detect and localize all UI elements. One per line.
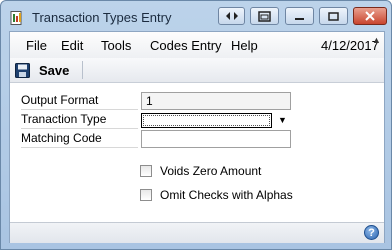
maximize-button[interactable] — [319, 7, 348, 25]
user-date[interactable]: 4/12/2017 — [321, 38, 379, 53]
transaction-type-dropdown[interactable] — [141, 113, 272, 128]
output-format-field[interactable]: 1 — [141, 92, 291, 110]
window-title: Transaction Types Entry — [32, 10, 172, 25]
menu-edit[interactable]: Edit — [61, 38, 83, 53]
minimize-button[interactable] — [285, 7, 314, 25]
status-bar: ? — [10, 222, 384, 243]
left-right-arrows-icon — [225, 12, 238, 20]
restore-window-button[interactable] — [250, 7, 279, 25]
menu-codes-entry[interactable]: Codes Entry — [150, 38, 222, 53]
back-forward-button[interactable] — [218, 7, 245, 25]
minimize-icon — [295, 17, 304, 20]
dropdown-focus-ring — [143, 115, 270, 126]
save-label: Save — [39, 62, 70, 78]
toolbar: Save — [10, 58, 384, 83]
maximize-icon — [328, 11, 339, 21]
close-icon — [365, 11, 375, 21]
toolbar-separator — [82, 61, 83, 79]
output-format-label: Output Format — [21, 92, 138, 110]
omit-checks-checkbox[interactable] — [140, 189, 152, 201]
save-button[interactable]: Save — [15, 60, 75, 80]
voids-zero-amount-checkbox[interactable] — [140, 165, 152, 177]
title-bar[interactable]: Transaction Types Entry — [1, 1, 392, 31]
floppy-disk-icon — [15, 62, 30, 78]
window-client-area: File Edit Tools Codes Entry Help 4/12/20… — [9, 31, 385, 243]
menu-bar: File Edit Tools Codes Entry Help 4/12/20… — [10, 32, 384, 59]
document-app-icon — [10, 11, 22, 25]
close-button[interactable] — [353, 7, 387, 25]
help-icon[interactable]: ? — [364, 225, 379, 240]
matching-code-field[interactable] — [141, 130, 291, 148]
omit-checks-row[interactable]: Omit Checks with Alphas — [140, 188, 293, 202]
omit-checks-label: Omit Checks with Alphas — [160, 188, 293, 202]
voids-zero-amount-row[interactable]: Voids Zero Amount — [140, 164, 261, 178]
entry-form: Output Format 1 Tranaction Type ▼ Matchi… — [10, 83, 384, 222]
menu-help[interactable]: Help — [231, 38, 258, 53]
menu-file[interactable]: File — [26, 38, 47, 53]
transaction-type-label: Tranaction Type — [21, 111, 138, 129]
voids-zero-amount-label: Voids Zero Amount — [160, 164, 262, 178]
transaction-types-window: Transaction Types Entry File Edit Tools … — [0, 0, 392, 250]
menu-collapse-arrow-icon[interactable]: ▲ — [372, 35, 381, 45]
menu-tools[interactable]: Tools — [101, 38, 131, 53]
window-restore-icon — [258, 10, 271, 22]
dropdown-arrow-icon[interactable]: ▼ — [278, 115, 287, 125]
matching-code-label: Matching Code — [21, 130, 138, 148]
